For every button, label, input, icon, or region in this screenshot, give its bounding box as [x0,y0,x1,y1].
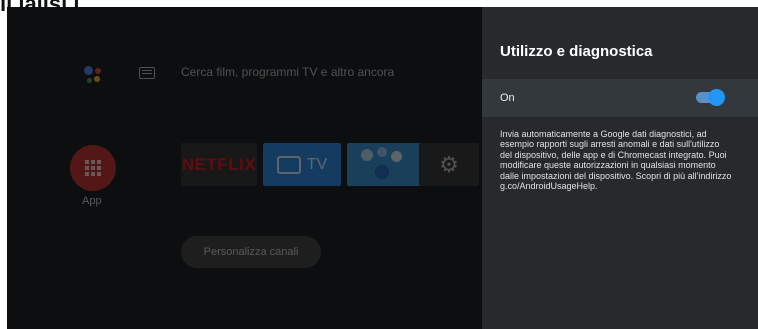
settings-side-panel: Utilizzo e diagnostica On Invia automati… [482,7,758,329]
keyboard-icon[interactable] [139,67,155,79]
apps-grid-icon [85,160,101,176]
tv-tile[interactable]: TV [263,143,341,186]
customize-channels-button[interactable]: Personalizza canali [181,236,321,268]
netflix-logo-text: NETFLIX [181,154,257,174]
settings-tile[interactable]: ⚙ [419,143,479,186]
photos-icon [361,149,373,161]
toggle-switch[interactable] [696,89,725,106]
panel-description: Invia automaticamente a Google dati diag… [500,129,732,192]
usage-diagnostics-toggle-row[interactable]: On [482,79,758,117]
search-hint[interactable]: Cerca film, programmi TV e altro ancora [181,65,394,79]
photos-tile[interactable] [347,143,423,186]
apps-label: App [82,195,102,207]
netflix-tile[interactable]: NETFLIX [181,143,257,186]
toggle-label: On [500,92,515,104]
google-assistant-icon[interactable] [80,62,106,88]
home-screen-background: Cerca film, programmi TV e altro ancora … [7,7,482,329]
panel-title: Utilizzo e diagnostica [500,43,653,60]
apps-button[interactable] [70,145,116,191]
gear-icon: ⚙ [439,151,459,177]
tv-tile-label: TV [306,155,328,173]
tv-screen: Cerca film, programmi TV e altro ancora … [7,7,758,329]
toggle-knob [708,89,725,106]
tv-icon [276,155,301,174]
